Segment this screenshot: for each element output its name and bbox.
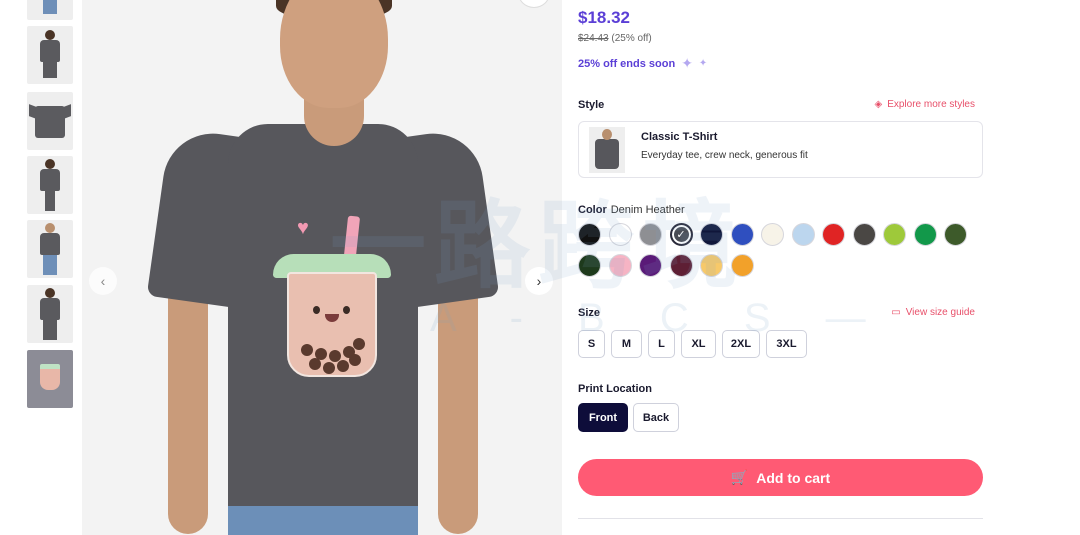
- color-swatch[interactable]: [608, 223, 632, 246]
- color-swatch[interactable]: [639, 254, 662, 277]
- sparkle-small-icon: ✦: [698, 58, 708, 69]
- style-name: Classic T-Shirt: [641, 131, 718, 143]
- color-swatch[interactable]: [608, 254, 632, 277]
- color-swatch[interactable]: [913, 223, 937, 246]
- size-option[interactable]: 2XL: [722, 330, 760, 358]
- color-swatch[interactable]: [852, 223, 876, 246]
- sparkle-icon: ✦: [681, 55, 693, 71]
- color-swatch[interactable]: [730, 254, 754, 277]
- next-image-button[interactable]: ›: [525, 267, 553, 295]
- style-card[interactable]: Classic T-Shirt Everyday tee, crew neck,…: [578, 121, 983, 178]
- color-swatch[interactable]: [578, 223, 601, 246]
- print-location-option[interactable]: Back: [633, 403, 679, 432]
- selected-color: Denim Heather: [610, 204, 685, 216]
- thumbnail-4[interactable]: [27, 156, 73, 214]
- explore-styles-label: Explore more styles: [887, 99, 975, 110]
- color-row: Color Denim Heather: [578, 204, 685, 216]
- price: $18.32: [578, 8, 630, 27]
- color-label: Color: [578, 204, 607, 216]
- color-swatch[interactable]: [791, 223, 815, 246]
- color-swatch[interactable]: [761, 223, 784, 246]
- color-swatch[interactable]: [730, 223, 754, 246]
- add-to-cart-label: Add to cart: [756, 469, 831, 486]
- original-price: $24.43 (25% off): [578, 33, 652, 44]
- print-location-option[interactable]: Front: [578, 403, 628, 432]
- color-swatch[interactable]: [944, 223, 967, 246]
- color-swatch[interactable]: ✓: [669, 223, 693, 246]
- size-option[interactable]: 3XL: [766, 330, 807, 358]
- strikethrough-price: $24.43: [578, 33, 609, 44]
- size-guide-link[interactable]: ▭ View size guide: [891, 307, 975, 318]
- divider: [578, 518, 983, 519]
- chevron-right-icon: ›: [536, 273, 542, 289]
- offer-banner: 25% off ends soon ✦ ✦: [578, 55, 707, 72]
- model-head: [280, 0, 388, 108]
- size-option[interactable]: M: [611, 330, 642, 358]
- thumbnail-3[interactable]: [27, 92, 73, 150]
- thumbnail-7-design[interactable]: [27, 350, 73, 408]
- style-description: Everyday tee, crew neck, generous fit: [641, 150, 808, 161]
- color-swatch[interactable]: [822, 223, 845, 246]
- color-swatch[interactable]: [883, 223, 906, 246]
- prev-image-button[interactable]: ‹: [89, 267, 117, 295]
- print-location-label: Print Location: [578, 383, 652, 395]
- color-swatch[interactable]: [639, 223, 662, 246]
- offer-text: 25% off ends soon: [578, 57, 676, 70]
- discount-note: (25% off): [611, 33, 652, 44]
- thumbnail-2[interactable]: [27, 26, 73, 84]
- bubble-tea-print: ♥: [273, 215, 391, 382]
- add-to-cart-button[interactable]: 🛒 Add to cart: [578, 459, 983, 496]
- size-label: Size: [578, 307, 601, 319]
- tshirt-illustration: ♥: [146, 124, 500, 535]
- size-option[interactable]: S: [578, 330, 605, 358]
- main-product-image: ♥: [82, 0, 562, 535]
- style-thumbnail: [589, 127, 625, 173]
- ruler-icon: ▭: [891, 307, 901, 318]
- style-label: Style: [578, 99, 605, 111]
- size-option[interactable]: XL: [681, 330, 716, 358]
- thumbnail-1[interactable]: [27, 0, 73, 20]
- color-swatch[interactable]: [700, 254, 723, 277]
- size-guide-label: View size guide: [905, 307, 975, 318]
- thumbnail-6[interactable]: [27, 285, 73, 343]
- layers-icon: ◈: [874, 99, 883, 110]
- cart-plus-icon: 🛒: [730, 469, 749, 485]
- color-swatch[interactable]: [669, 254, 693, 277]
- size-option[interactable]: L: [648, 330, 675, 358]
- explore-styles-link[interactable]: ◈ Explore more styles: [874, 99, 975, 110]
- chevron-left-icon: ‹: [100, 273, 106, 289]
- color-swatch[interactable]: [578, 254, 601, 277]
- color-swatch[interactable]: [700, 223, 723, 246]
- thumbnail-5[interactable]: [27, 220, 73, 278]
